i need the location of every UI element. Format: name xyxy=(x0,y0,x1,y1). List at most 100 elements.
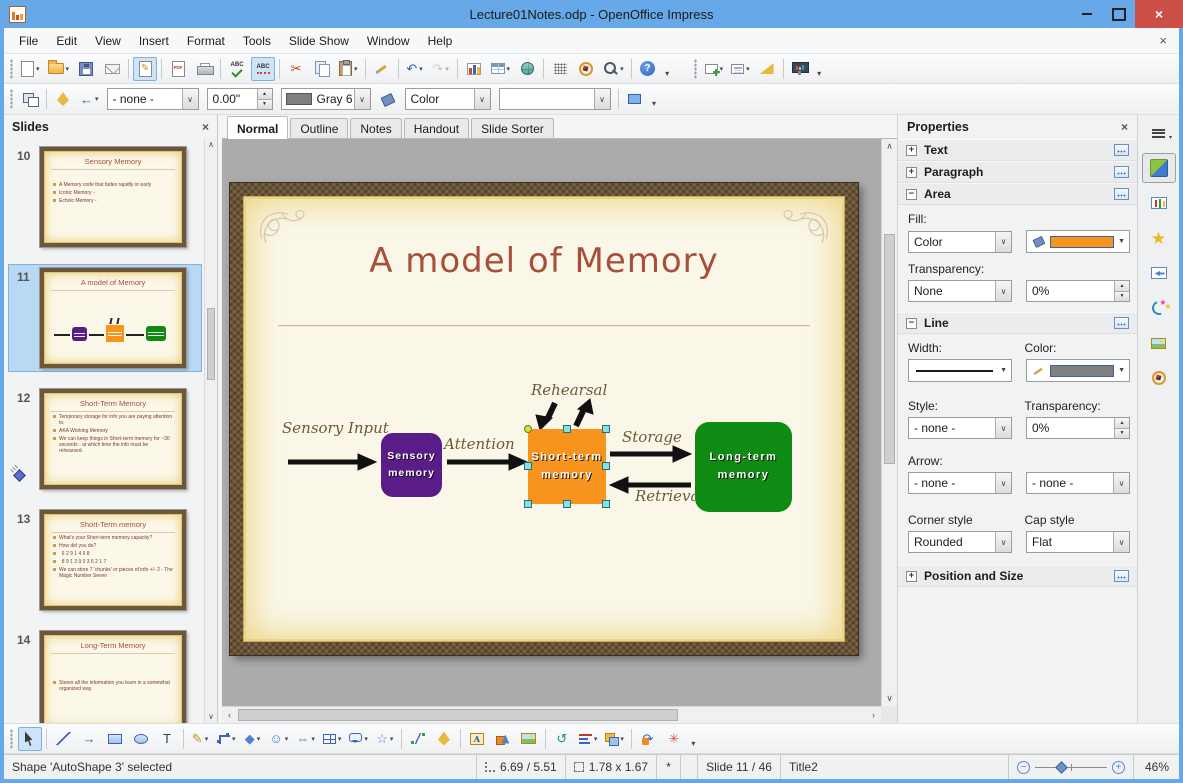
sidebar-settings-button[interactable] xyxy=(1145,124,1173,142)
sidebar-custom-animation-tab[interactable]: ★ xyxy=(1142,223,1176,253)
menu-insert[interactable]: Insert xyxy=(130,29,178,53)
callouts-button-dropdown[interactable]: ▾ xyxy=(364,735,368,743)
block-arrows-button-dropdown[interactable]: ▾ xyxy=(311,735,315,743)
fill-color-select[interactable]: ▼ xyxy=(1026,230,1130,253)
tab-handout[interactable]: Handout xyxy=(403,118,470,138)
cut-button[interactable]: ✂ xyxy=(284,57,308,81)
redo-button-dropdown[interactable]: ▾ xyxy=(445,65,449,73)
zoom-in-icon[interactable]: + xyxy=(1112,760,1125,774)
undo-button-dropdown[interactable]: ▾ xyxy=(419,65,423,73)
horizontal-scrollbar[interactable]: ‹ › xyxy=(222,706,881,723)
line-style-select[interactable]: - none - ∨ xyxy=(106,88,199,110)
diagram-box-sensory-memory[interactable]: Sensory memory xyxy=(381,433,442,497)
dropdown-arrow-icon[interactable]: ▼ xyxy=(1000,367,1007,374)
callouts-button[interactable]: ▾ xyxy=(346,727,371,751)
standard-toolbar-grip[interactable] xyxy=(9,58,14,79)
export-pdf-button[interactable]: PDF xyxy=(166,57,190,81)
gallery-button[interactable] xyxy=(517,727,541,751)
selection-handle-middle-right[interactable] xyxy=(602,462,610,470)
chevron-down-icon[interactable]: ∨ xyxy=(995,473,1011,493)
zoom-out-icon[interactable]: − xyxy=(1017,760,1030,774)
chevron-down-icon[interactable]: ∨ xyxy=(995,532,1011,552)
new-slide-button-dropdown[interactable]: ▾ xyxy=(720,65,724,73)
fill-type-select[interactable]: Color ∨ xyxy=(908,230,1012,253)
selection-handle-top-right[interactable] xyxy=(602,425,610,433)
chart-button[interactable] xyxy=(462,57,486,81)
chevron-down-icon[interactable]: ∨ xyxy=(1113,473,1129,493)
ellipse-tool-button[interactable] xyxy=(129,727,153,751)
slide-canvas[interactable]: A model of Memory Sensory Input Attentio… xyxy=(229,182,859,656)
zoom-slider[interactable]: − + xyxy=(1008,755,1133,779)
chevron-down-icon[interactable]: ∨ xyxy=(995,231,1011,252)
collapse-icon[interactable]: − xyxy=(906,188,917,200)
section-position-size[interactable]: + Position and Size xyxy=(898,565,1137,587)
help-button[interactable]: ? xyxy=(636,57,660,81)
spellcheck-button[interactable]: ABC xyxy=(225,57,249,81)
minimize-button[interactable] xyxy=(1071,0,1103,28)
tab-notes[interactable]: Notes xyxy=(350,118,402,138)
slide-number-status[interactable]: Slide 11 / 46 xyxy=(697,755,780,779)
arrow-start-select[interactable]: - none - ∨ xyxy=(908,472,1012,494)
tab-outline[interactable]: Outline xyxy=(290,118,349,138)
open-button-dropdown[interactable]: ▾ xyxy=(66,65,70,73)
tab-slide-sorter[interactable]: Slide Sorter xyxy=(471,118,554,138)
selection-handle-middle-left[interactable] xyxy=(524,462,532,470)
dialog-launcher-icon[interactable] xyxy=(1114,317,1129,329)
glue-points-button[interactable] xyxy=(432,727,456,751)
line-filling-toolbar-grip[interactable] xyxy=(9,89,14,109)
scroll-down-icon[interactable]: ∨ xyxy=(205,710,217,723)
section-area[interactable]: − Area xyxy=(898,183,1137,205)
navigator-button[interactable] xyxy=(574,57,598,81)
styles-button[interactable] xyxy=(51,87,75,111)
expand-icon[interactable]: + xyxy=(906,570,917,582)
spinner-buttons[interactable]: ▲ ▼ xyxy=(1114,418,1129,438)
slide-thumbnail-10[interactable]: 10 Sensory Memory A Memory code that fades… xyxy=(8,143,202,251)
line-width-spinner-spin[interactable]: ▲ ▼ xyxy=(256,89,272,109)
zoom-button[interactable]: ▾ xyxy=(600,57,627,81)
corner-style-select[interactable]: Rounded ∨ xyxy=(908,531,1012,553)
connector-tool-button[interactable]: ▾ xyxy=(214,727,239,751)
arrange-button-dropdown[interactable]: ▾ xyxy=(620,735,624,743)
connector-tool-button-dropdown[interactable]: ▾ xyxy=(232,735,236,743)
line-width-spinner-up-icon[interactable]: ▲ xyxy=(257,89,272,99)
presentation-toolbar-options[interactable]: ▾ xyxy=(813,57,826,81)
menu-help[interactable]: Help xyxy=(419,29,462,53)
slides-panel-scrollbar[interactable]: ∧ ∨ xyxy=(204,138,217,723)
transparency-type-select[interactable]: None ∨ xyxy=(908,280,1012,302)
table-button-dropdown[interactable]: ▾ xyxy=(507,65,511,73)
stars-button[interactable]: ☆ ▾ xyxy=(373,727,397,751)
slide-show-button[interactable] xyxy=(788,57,812,81)
selection-handle-top-center[interactable] xyxy=(563,425,571,433)
selection-handle-bottom-left[interactable] xyxy=(524,500,532,508)
rectangle-tool-button[interactable] xyxy=(103,727,127,751)
select-tool-button[interactable] xyxy=(18,726,42,751)
menu-file[interactable]: File xyxy=(10,29,47,53)
section-paragraph[interactable]: + Paragraph xyxy=(898,161,1137,183)
standard-toolbar-options[interactable]: ▾ xyxy=(661,57,674,81)
line-color-select[interactable]: ▼ xyxy=(1026,359,1130,382)
sidebar-master-pages-tab[interactable] xyxy=(1142,188,1176,218)
edit-file-button[interactable]: ✎ xyxy=(133,56,158,81)
zoom-percent[interactable]: 46% xyxy=(1133,755,1179,779)
slide-design-button[interactable] xyxy=(755,57,779,81)
new-document-button[interactable]: ▾ xyxy=(18,57,43,81)
label-sensory-input[interactable]: Sensory Input xyxy=(282,419,389,437)
from-file-button[interactable] xyxy=(491,727,515,751)
dialog-launcher-icon[interactable] xyxy=(1114,166,1129,178)
line-width-select[interactable]: ▼ xyxy=(908,359,1012,382)
flowchart-button-dropdown[interactable]: ▾ xyxy=(338,735,342,743)
menu-view[interactable]: View xyxy=(86,29,130,53)
undo-button[interactable]: ↶ ▾ xyxy=(403,57,427,81)
presentation-toolbar-grip[interactable] xyxy=(692,58,698,79)
new-slide-button[interactable]: ▾ xyxy=(702,57,727,81)
transparency-spinner[interactable]: 0% ▲ ▼ xyxy=(1026,280,1130,302)
line-transparency-spinner[interactable]: 0% ▲ ▼ xyxy=(1026,417,1130,439)
stars-button-dropdown[interactable]: ▾ xyxy=(390,735,394,743)
drawing-toolbar-grip[interactable] xyxy=(9,728,14,749)
tab-normal[interactable]: Normal xyxy=(227,116,289,139)
fontwork-button[interactable]: A xyxy=(465,727,489,751)
zoom-track[interactable] xyxy=(1035,760,1107,774)
scroll-down-icon[interactable]: ∨ xyxy=(882,691,897,706)
animation-effect-button[interactable]: ✳ xyxy=(662,727,686,751)
scrollbar-thumb[interactable] xyxy=(238,709,678,721)
